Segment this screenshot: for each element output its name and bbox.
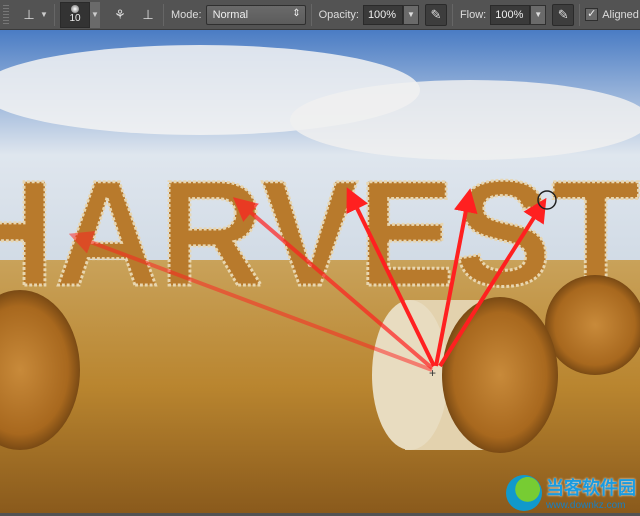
pressure-opacity-icon[interactable]: ✎ — [424, 3, 447, 26]
clone-source-panel-icon[interactable]: ⊥ — [138, 5, 158, 25]
aligned-label: Aligned — [602, 8, 639, 21]
divider — [54, 3, 55, 26]
divider — [163, 3, 164, 26]
brush-preset-picker[interactable]: 10 — [60, 1, 90, 28]
divider — [451, 3, 453, 26]
brush-tip-icon — [71, 4, 79, 13]
brush-size: 10 — [69, 12, 81, 24]
aligned-checkbox[interactable]: ✓ — [585, 8, 599, 21]
brush-dropdown[interactable]: ▼ — [90, 1, 100, 28]
flow-input[interactable]: 100% — [490, 4, 531, 25]
harvest-image: HARVEST + — [0, 30, 640, 513]
toolbar-grip[interactable] — [3, 4, 9, 25]
watermark-name: 当客软件园 — [546, 478, 636, 498]
flow-dropdown[interactable]: ▼ — [530, 4, 547, 25]
brush-panel-icon[interactable]: ⚘ — [110, 5, 130, 25]
tool-preset-dropdown[interactable]: ▼ — [39, 10, 49, 19]
airbrush-icon[interactable]: ✎ — [552, 3, 575, 26]
mode-select[interactable]: Normal — [205, 4, 306, 25]
harvest-letters: HARVEST — [0, 148, 640, 319]
divider — [579, 3, 581, 26]
opacity-label: Opacity: — [318, 8, 359, 21]
flow-label: Flow: — [459, 8, 487, 21]
headline-text: HARVEST — [0, 149, 640, 317]
mode-label: Mode: — [171, 8, 202, 21]
crosshair-icon: + — [429, 366, 436, 380]
options-bar: ⊥ ▼ 10 ▼ ⚘ ⊥ Mode: Normal Opacity: 100% … — [0, 0, 640, 30]
clone-stamp-icon[interactable]: ⊥ — [19, 5, 39, 25]
watermark: 当客软件园 www.downkz.com — [506, 474, 636, 511]
divider — [310, 3, 312, 26]
document-canvas[interactable]: HARVEST + 当客软件园 www.downkz.com — [0, 30, 640, 513]
watermark-url: www.downkz.com — [546, 500, 626, 511]
opacity-dropdown[interactable]: ▼ — [402, 4, 419, 25]
opacity-input[interactable]: 100% — [362, 4, 403, 25]
watermark-logo-icon — [506, 474, 542, 511]
